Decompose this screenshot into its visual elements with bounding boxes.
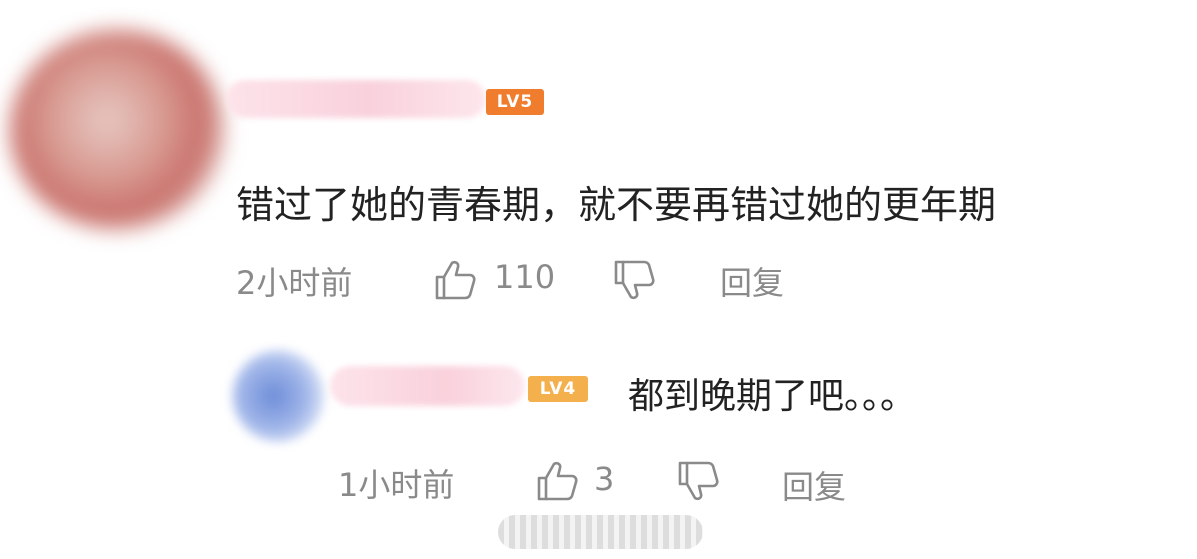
watermark	[498, 515, 703, 549]
thumbs-down-icon[interactable]	[612, 258, 656, 302]
like-count: 110	[494, 258, 556, 296]
reply-timestamp: 1小时前	[338, 466, 455, 504]
thumbs-down-icon[interactable]	[676, 459, 720, 503]
commenter-name-blurred[interactable]	[226, 80, 486, 118]
comment-timestamp: 2小时前	[236, 264, 353, 302]
reply-text: 都到晚期了吧。。。	[628, 376, 917, 417]
level-badge: LV5	[486, 89, 544, 115]
reply-button[interactable]: 回复	[720, 258, 784, 304]
reply-avatar[interactable]	[232, 350, 324, 442]
reply-reply-button[interactable]: 回复	[782, 462, 846, 508]
comment-text: 错过了她的青春期，就不要再错过她的更年期	[236, 183, 997, 227]
commenter-avatar[interactable]	[10, 30, 225, 230]
thumbs-up-icon[interactable]	[433, 258, 477, 302]
reply-level-badge: LV4	[528, 376, 588, 402]
reply-like-count: 3	[594, 460, 615, 498]
thumbs-up-icon[interactable]	[535, 459, 579, 503]
reply-name-blurred[interactable]	[330, 366, 525, 406]
